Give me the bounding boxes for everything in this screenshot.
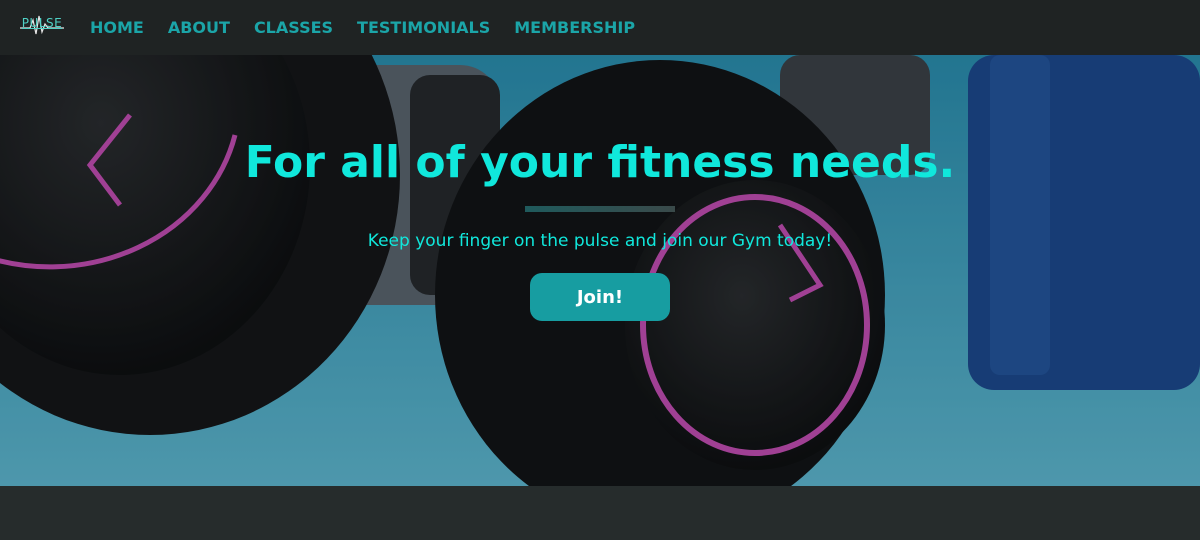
nav-links: HOME ABOUT CLASSES TESTIMONIALS MEMBERSH… — [90, 0, 635, 55]
nav-classes-link[interactable]: CLASSES — [254, 18, 333, 37]
hero-divider — [525, 206, 675, 212]
logo-text: PULSE — [21, 16, 63, 30]
join-button[interactable]: Join! — [530, 273, 670, 321]
nav-home-link[interactable]: HOME — [90, 18, 144, 37]
hero-overlay — [0, 55, 1200, 486]
hero-subtitle: Keep your finger on the pulse and join o… — [367, 231, 833, 251]
hero-title: For all of your fitness needs. — [244, 137, 956, 188]
pulse-logo[interactable]: PULSE — [20, 12, 64, 38]
nav-testimonials-link[interactable]: TESTIMONIALS — [357, 18, 490, 37]
nav-membership-link[interactable]: MEMBERSHIP — [514, 18, 635, 37]
navbar: PULSE HOME ABOUT CLASSES TESTIMONIALS ME… — [0, 0, 1200, 55]
hero-section: For all of your fitness needs. Keep your… — [0, 55, 1200, 486]
nav-about-link[interactable]: ABOUT — [168, 18, 230, 37]
page-bottom-band — [0, 486, 1200, 540]
